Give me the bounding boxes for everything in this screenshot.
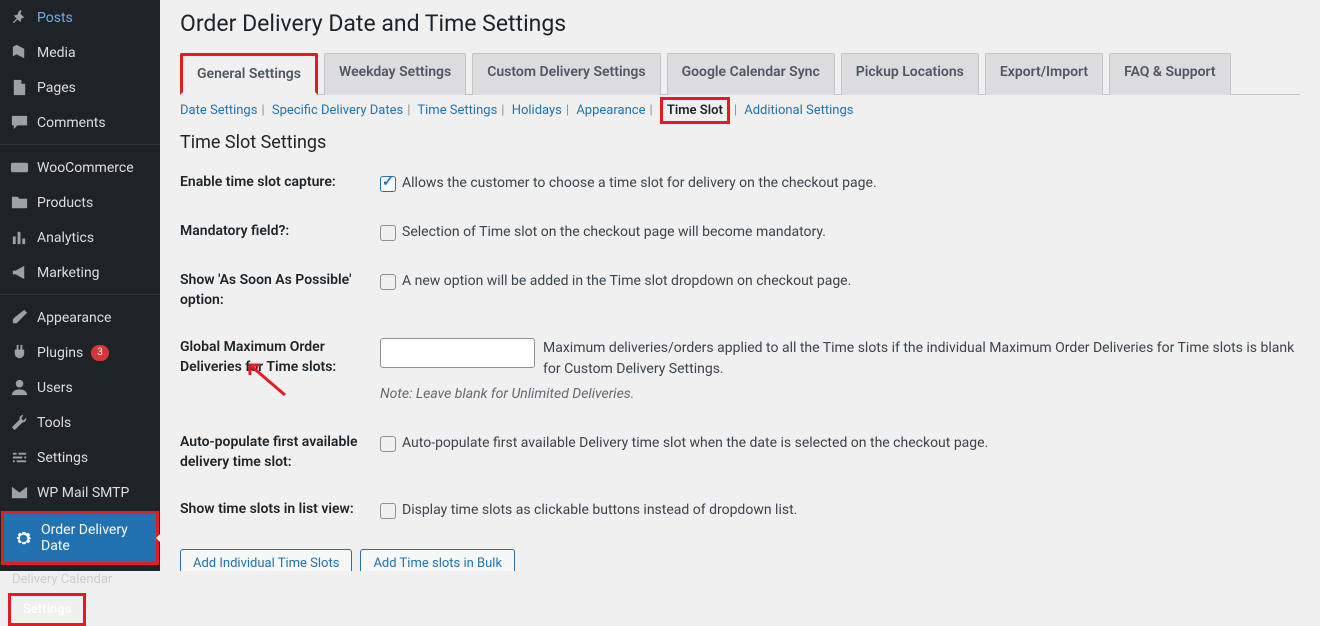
checkbox-auto-populate[interactable] [380, 436, 396, 452]
sidebar-item-settings[interactable]: Settings [0, 440, 160, 475]
subtab-holidays[interactable]: Holidays [512, 103, 562, 118]
sliders-icon [10, 448, 29, 467]
sidebar-item-pages[interactable]: Pages [0, 70, 160, 105]
user-icon [10, 378, 29, 397]
sidebar-item-plugins[interactable]: Plugins3 [0, 335, 160, 370]
checkbox-enable-capture[interactable] [380, 176, 396, 192]
label-asap: Show 'As Soon As Possible' option: [180, 271, 380, 310]
note-global-max: Note: Leave blank for Unlimited Deliveri… [380, 384, 1300, 405]
sidebar-item-media[interactable]: Media [0, 35, 160, 70]
subtab-date[interactable]: Date Settings [180, 103, 257, 118]
input-global-max[interactable] [380, 338, 535, 368]
chart-icon [10, 228, 29, 247]
tab-weekday[interactable]: Weekday Settings [324, 53, 466, 95]
tab-pickup[interactable]: Pickup Locations [841, 53, 979, 95]
tab-custom[interactable]: Custom Delivery Settings [472, 53, 660, 95]
label-enable-capture: Enable time slot capture: [180, 173, 380, 193]
sidebar-item-comments[interactable]: Comments [0, 105, 160, 140]
page-icon [10, 78, 29, 97]
subtab-specific[interactable]: Specific Delivery Dates [272, 103, 403, 118]
checkbox-asap[interactable] [380, 274, 396, 290]
sidebar-item-order-delivery[interactable]: Order Delivery Date [1, 511, 159, 565]
tab-gcal[interactable]: Google Calendar Sync [667, 53, 835, 95]
sidebar-item-products[interactable]: Products [0, 185, 160, 220]
gear-icon [14, 529, 33, 548]
submenu-delivery-calendar[interactable]: Delivery Calendar [0, 566, 160, 593]
checkbox-list-view[interactable] [380, 503, 396, 519]
sidebar-item-analytics[interactable]: Analytics [0, 220, 160, 255]
main-tabs: General Settings Weekday Settings Custom… [180, 53, 1300, 95]
add-individual-button[interactable]: Add Individual Time Slots [180, 549, 352, 571]
sidebar-item-marketing[interactable]: Marketing [0, 255, 160, 290]
page-title: Order Delivery Date and Time Settings [180, 10, 1300, 37]
add-bulk-button[interactable]: Add Time slots in Bulk [360, 549, 515, 571]
sidebar-item-wpmail[interactable]: WP Mail SMTP [0, 475, 160, 510]
section-title: Time Slot Settings [180, 132, 1300, 153]
mail-icon [10, 483, 29, 502]
folder-icon [10, 193, 29, 212]
main-content: Order Delivery Date and Time Settings Ge… [160, 0, 1320, 571]
comment-icon [10, 113, 29, 132]
sidebar-item-appearance[interactable]: Appearance [0, 300, 160, 335]
pushpin-icon [10, 8, 29, 27]
sidebar-item-posts[interactable]: Posts [0, 0, 160, 35]
subtab-appearance[interactable]: Appearance [576, 103, 645, 118]
submenu-settings[interactable]: Settings [8, 593, 86, 626]
sidebar-item-users[interactable]: Users [0, 370, 160, 405]
woo-icon [10, 158, 29, 177]
subtab-additional[interactable]: Additional Settings [744, 103, 853, 118]
brush-icon [10, 308, 29, 327]
subtab-timeslot[interactable]: Time Slot [660, 97, 730, 124]
sub-tabs: Date Settings| Specific Delivery Dates| … [180, 103, 1300, 118]
media-icon [10, 43, 29, 62]
sidebar-item-tools[interactable]: Tools [0, 405, 160, 440]
sidebar-item-woocommerce[interactable]: WooCommerce [0, 150, 160, 185]
label-global-max: Global Maximum Order Deliveries for Time… [180, 338, 380, 377]
label-auto-populate: Auto-populate first available delivery t… [180, 433, 380, 472]
label-mandatory: Mandatory field?: [180, 222, 380, 242]
tab-export[interactable]: Export/Import [985, 53, 1103, 95]
plug-icon [10, 343, 29, 362]
label-list-view: Show time slots in list view: [180, 500, 380, 520]
checkbox-mandatory[interactable] [380, 225, 396, 241]
tab-general[interactable]: General Settings [180, 53, 318, 95]
plugin-update-badge: 3 [91, 345, 109, 361]
subtab-time[interactable]: Time Settings [417, 103, 497, 118]
tab-faq[interactable]: FAQ & Support [1109, 53, 1231, 95]
admin-sidebar: Posts Media Pages Comments WooCommerce P… [0, 0, 160, 571]
megaphone-icon [10, 263, 29, 282]
wrench-icon [10, 413, 29, 432]
